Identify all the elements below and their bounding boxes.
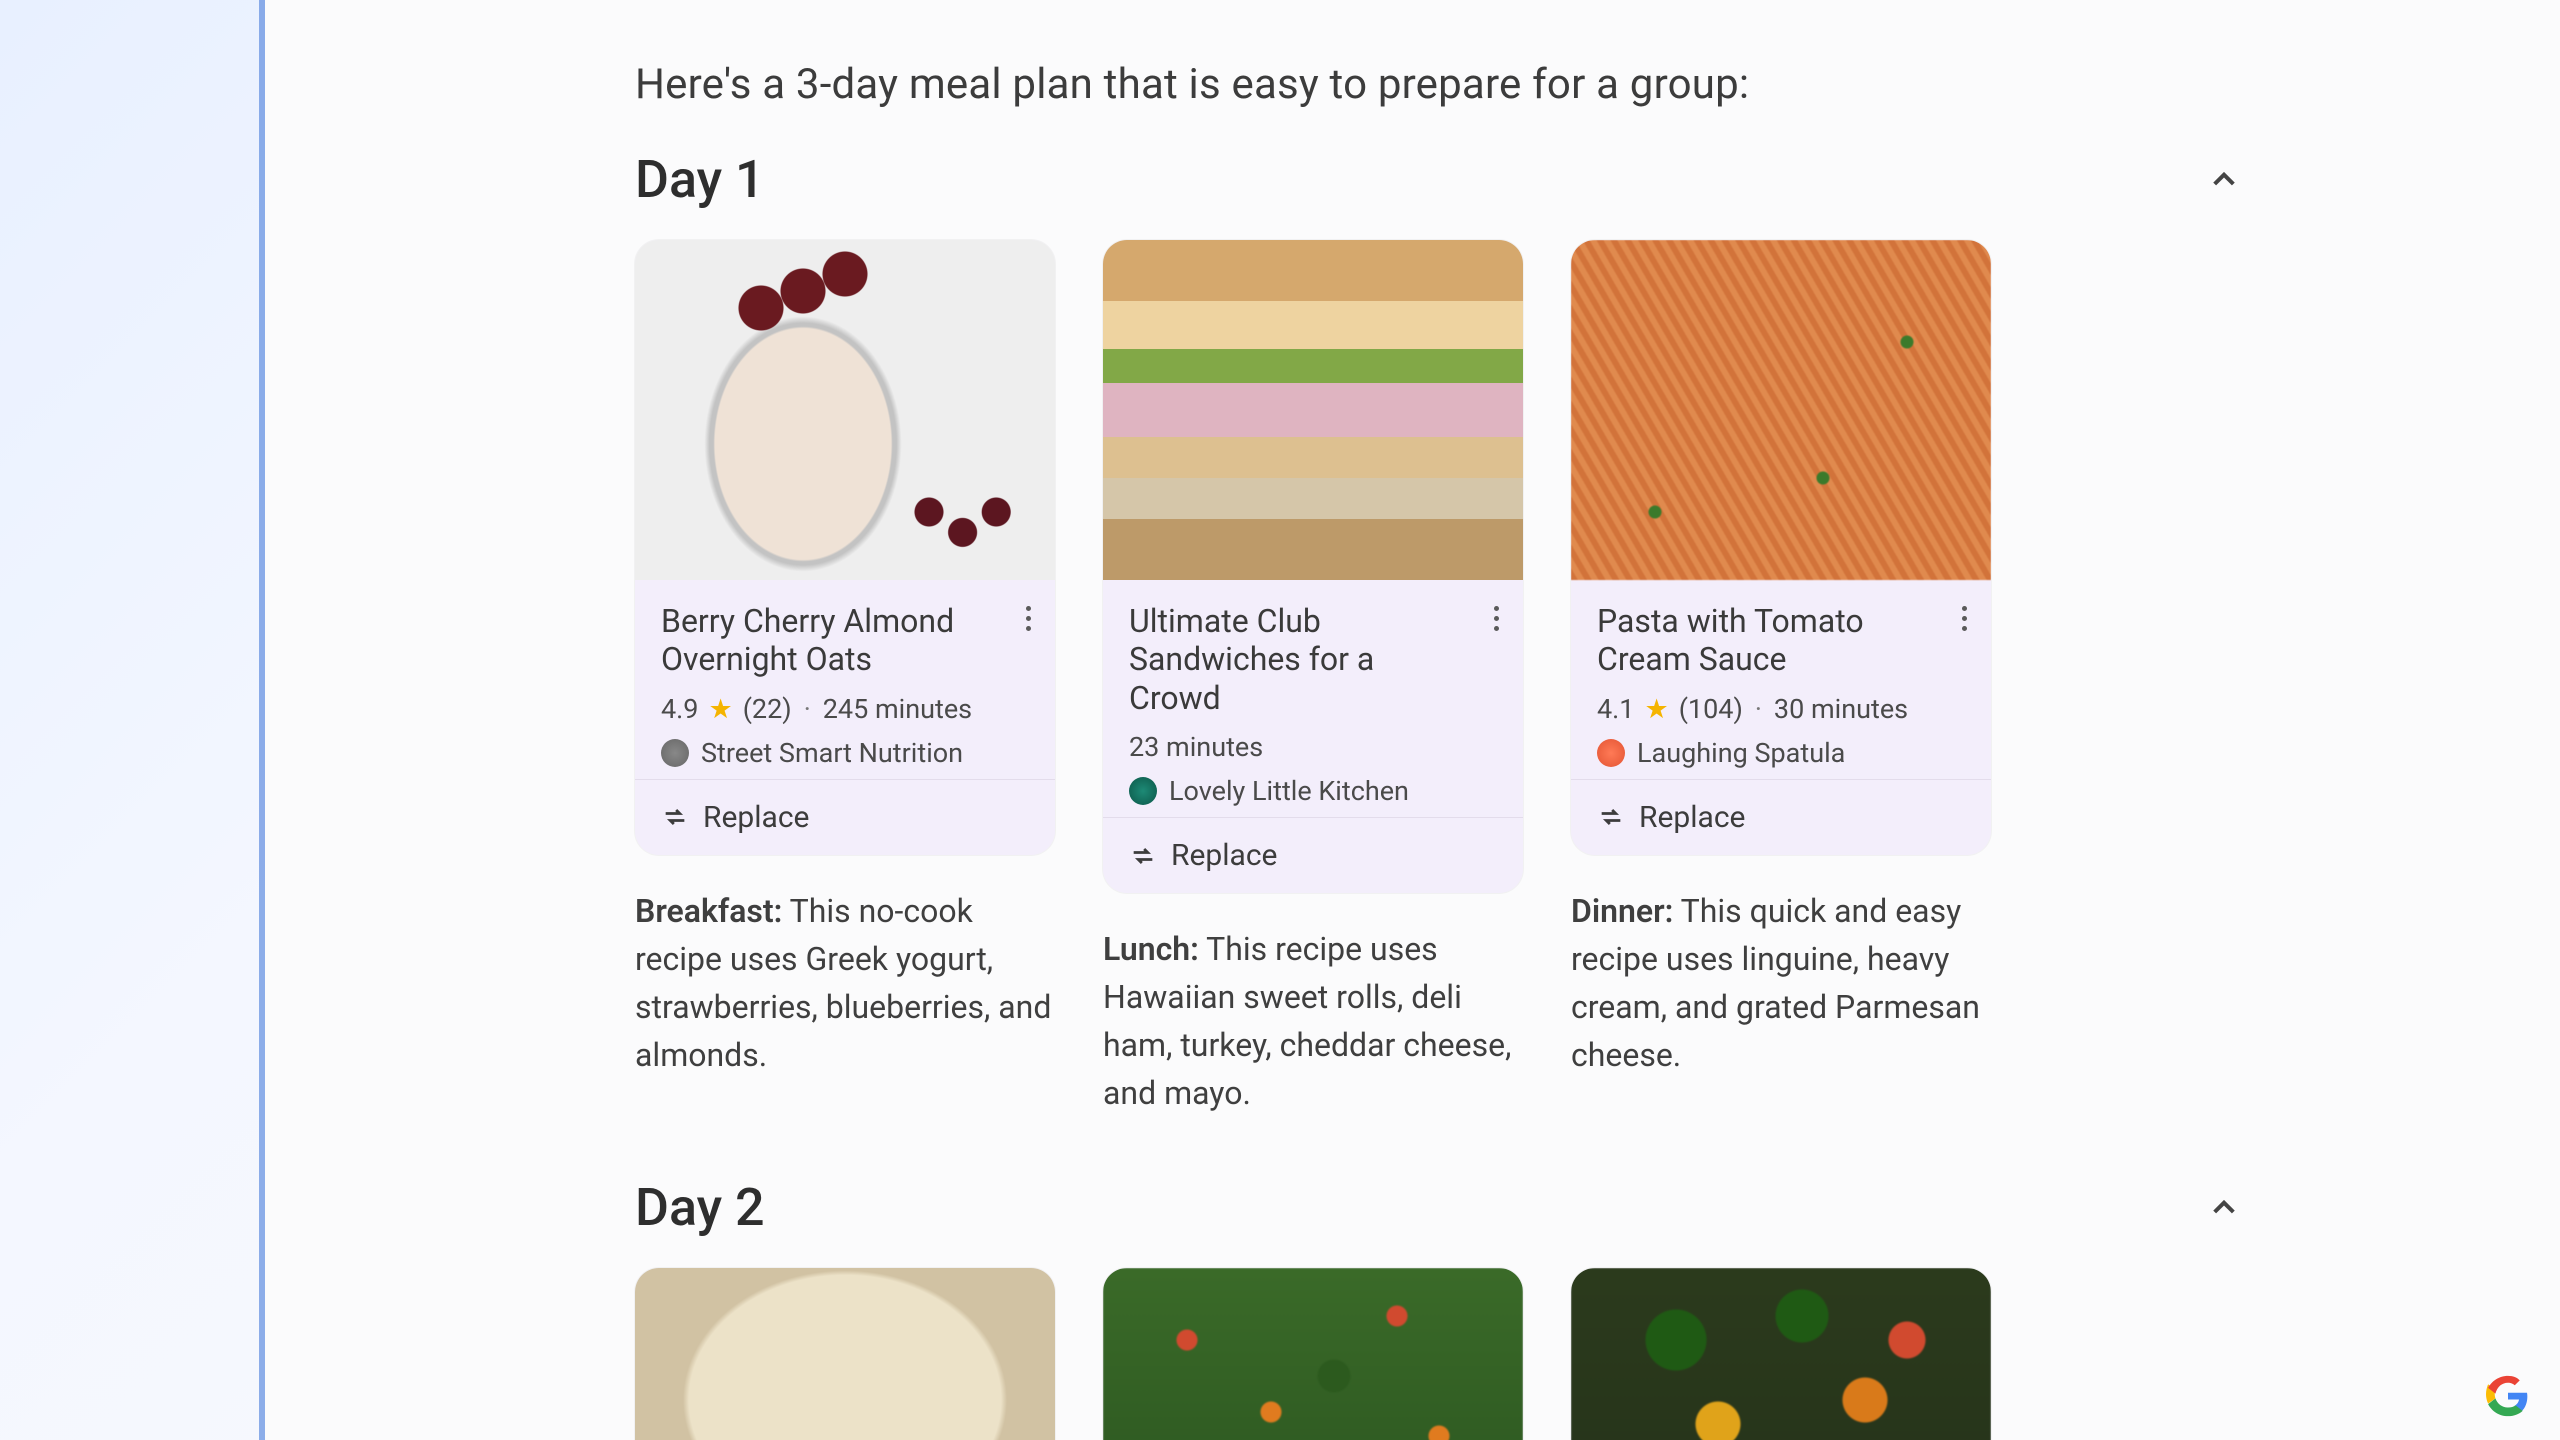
recipe-title: Berry Cherry Almond Overnight Oats — [661, 602, 999, 679]
recipe-thumbnail — [1103, 240, 1523, 580]
source-favicon — [1129, 777, 1157, 805]
recipe-card[interactable] — [635, 1268, 1055, 1440]
meal-column: Berry Cherry Almond Overnight Oats 4.9 ★… — [635, 240, 1055, 1117]
app-stage: Here's a 3-day meal plan that is easy to… — [0, 0, 2560, 1440]
recipe-source: Street Smart Nutrition — [661, 737, 1029, 769]
day1-cards: Berry Cherry Almond Overnight Oats 4.9 ★… — [635, 240, 2240, 1117]
recipe-card[interactable]: Ultimate Club Sandwiches for a Crowd 23 … — [1103, 240, 1523, 893]
source-name: Lovely Little Kitchen — [1169, 775, 1409, 807]
swap-icon — [1129, 842, 1157, 870]
recipe-source: Laughing Spatula — [1597, 737, 1965, 769]
day-header[interactable]: Day 1 — [635, 149, 2240, 210]
replace-button[interactable]: Replace — [635, 779, 1055, 855]
day-title: Day 1 — [635, 149, 765, 210]
day-title: Day 2 — [635, 1177, 765, 1238]
collapse-day-icon[interactable] — [2208, 1192, 2240, 1224]
source-favicon — [661, 739, 689, 767]
content-area: Here's a 3-day meal plan that is easy to… — [265, 0, 2560, 1440]
replace-button[interactable]: Replace — [1571, 779, 1991, 855]
recipe-source: Lovely Little Kitchen — [1129, 775, 1497, 807]
meal-label: Lunch: — [1103, 930, 1199, 968]
meal-column: Pasta with Tomato Cream Sauce 4.1 ★ (104… — [1571, 240, 1991, 1117]
collapse-day-icon[interactable] — [2208, 164, 2240, 196]
recipe-thumbnail — [635, 240, 1055, 580]
replace-label: Replace — [703, 800, 809, 835]
separator-dot — [1753, 693, 1764, 725]
recipe-meta: 4.9 ★ (22) 245 minutes — [661, 693, 1029, 725]
recipe-reviews: (22) — [743, 693, 792, 725]
day-header[interactable]: Day 2 — [635, 1177, 2240, 1238]
more-options-icon[interactable] — [1020, 600, 1037, 637]
intro-text: Here's a 3-day meal plan that is easy to… — [635, 60, 2240, 109]
recipe-card-body: Pasta with Tomato Cream Sauce 4.1 ★ (104… — [1571, 580, 1991, 779]
meal-label: Dinner: — [1571, 892, 1673, 930]
recipe-card[interactable]: Berry Cherry Almond Overnight Oats 4.9 ★… — [635, 240, 1055, 855]
star-icon: ★ — [1644, 693, 1668, 725]
recipe-time: 30 minutes — [1774, 693, 1908, 725]
replace-label: Replace — [1639, 800, 1745, 835]
source-name: Street Smart Nutrition — [701, 737, 963, 769]
recipe-meta: 23 minutes — [1129, 731, 1497, 763]
replace-label: Replace — [1171, 838, 1277, 873]
recipe-title: Pasta with Tomato Cream Sauce — [1597, 602, 1935, 679]
day2-cards — [635, 1268, 2240, 1440]
source-name: Laughing Spatula — [1637, 737, 1845, 769]
recipe-card[interactable] — [1103, 1268, 1523, 1440]
meal-column: Ultimate Club Sandwiches for a Crowd 23 … — [1103, 240, 1523, 1117]
recipe-title: Ultimate Club Sandwiches for a Crowd — [1129, 602, 1467, 717]
meal-description: Breakfast: This no-cook recipe uses Gree… — [635, 887, 1055, 1079]
more-options-icon[interactable] — [1488, 600, 1505, 637]
recipe-rating: 4.1 — [1597, 693, 1634, 725]
main-panel: Here's a 3-day meal plan that is easy to… — [265, 0, 2560, 1440]
recipe-thumbnail — [635, 1268, 1055, 1440]
recipe-card[interactable] — [1571, 1268, 1991, 1440]
meal-description: Dinner: This quick and easy recipe uses … — [1571, 887, 1991, 1079]
recipe-thumbnail — [1571, 1268, 1991, 1440]
recipe-time: 245 minutes — [823, 693, 972, 725]
more-options-icon[interactable] — [1956, 600, 1973, 637]
recipe-thumbnail — [1571, 240, 1991, 580]
swap-icon — [1597, 803, 1625, 831]
recipe-card-body: Berry Cherry Almond Overnight Oats 4.9 ★… — [635, 580, 1055, 779]
recipe-reviews: (104) — [1679, 693, 1743, 725]
replace-button[interactable]: Replace — [1103, 817, 1523, 893]
meal-label: Breakfast: — [635, 892, 782, 930]
recipe-thumbnail — [1103, 1268, 1523, 1440]
meal-description: Lunch: This recipe uses Hawaiian sweet r… — [1103, 925, 1523, 1117]
separator-dot — [802, 693, 813, 725]
star-icon: ★ — [708, 693, 732, 725]
google-logo-icon — [2486, 1374, 2530, 1418]
recipe-meta: 4.1 ★ (104) 30 minutes — [1597, 693, 1965, 725]
recipe-time: 23 minutes — [1129, 731, 1263, 763]
recipe-card-body: Ultimate Club Sandwiches for a Crowd 23 … — [1103, 580, 1523, 817]
swap-icon — [661, 803, 689, 831]
recipe-rating: 4.9 — [661, 693, 698, 725]
recipe-card[interactable]: Pasta with Tomato Cream Sauce 4.1 ★ (104… — [1571, 240, 1991, 855]
source-favicon — [1597, 739, 1625, 767]
